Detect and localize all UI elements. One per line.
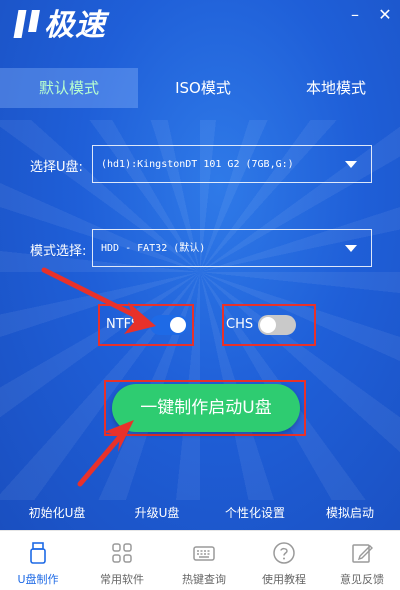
app-logo: 极速: [14, 8, 106, 44]
nav-label: 意见反馈: [340, 573, 384, 586]
logo-text: 极速: [44, 8, 106, 43]
nav-hotkey-query[interactable]: 热键查询: [166, 531, 242, 590]
feedback-edit-icon: [352, 544, 373, 563]
minimize-icon: –: [351, 5, 359, 24]
nav-common-software[interactable]: 常用软件: [84, 531, 160, 590]
usb-select-value: (hd1):KingstonDT 101 G2 (7GB,G:): [101, 159, 294, 170]
action-bar: 初始化U盘 升级U盘 个性化设置 模拟启动: [0, 496, 400, 530]
usb-select-label: 选择U盘:: [30, 160, 83, 175]
nav-label: 使用教程: [262, 573, 306, 586]
ntfs-option: NTFS: [104, 305, 194, 345]
personalize-settings-button[interactable]: 个性化设置: [210, 496, 300, 530]
bottom-navigation: U盘制作 常用软件 热键查询 使用教程 意见反馈: [0, 530, 400, 590]
tab-default-mode[interactable]: 默认模式: [0, 68, 138, 108]
toggle-knob: [170, 317, 186, 333]
chs-toggle[interactable]: [258, 315, 296, 335]
chs-option: CHS: [224, 305, 314, 345]
ntfs-label: NTFS: [106, 317, 140, 332]
nav-label: U盘制作: [17, 573, 59, 586]
tab-local-mode[interactable]: 本地模式: [272, 68, 400, 108]
toggle-knob: [260, 317, 276, 333]
init-usb-button[interactable]: 初始化U盘: [14, 496, 100, 530]
mode-tabs: 默认模式 ISO模式 本地模式: [0, 68, 400, 108]
mode-select[interactable]: HDD - FAT32 (默认): [92, 229, 372, 267]
tab-iso-mode[interactable]: ISO模式: [140, 68, 266, 108]
help-icon: [273, 542, 295, 564]
apps-grid-icon: [112, 543, 132, 563]
usb-select[interactable]: (hd1):KingstonDT 101 G2 (7GB,G:): [92, 145, 372, 183]
mode-select-value: HDD - FAT32 (默认): [101, 243, 206, 254]
upgrade-usb-button[interactable]: 升级U盘: [114, 496, 200, 530]
keyboard-icon: [193, 546, 215, 561]
nav-usb-create[interactable]: U盘制作: [0, 531, 76, 590]
simulate-boot-button[interactable]: 模拟启动: [310, 496, 390, 530]
chevron-down-icon: [345, 161, 357, 168]
nav-label: 热键查询: [182, 573, 226, 586]
mode-select-label: 模式选择:: [30, 244, 87, 259]
main-panel: 极速 – ✕ 默认模式 ISO模式 本地模式 选择U盘: (hd1):Kings…: [0, 0, 400, 530]
close-icon: ✕: [378, 5, 392, 24]
chs-label: CHS: [226, 317, 254, 332]
close-button[interactable]: ✕: [374, 6, 396, 24]
logo-u-mark: [14, 8, 44, 42]
minimize-button[interactable]: –: [344, 6, 366, 24]
usb-drive-icon: [30, 542, 46, 564]
nav-tutorial[interactable]: 使用教程: [246, 531, 322, 590]
chevron-down-icon: [345, 245, 357, 252]
create-boot-usb-button[interactable]: 一键制作启动U盘: [112, 384, 300, 432]
nav-feedback[interactable]: 意见反馈: [324, 531, 400, 590]
ntfs-toggle[interactable]: [150, 315, 188, 335]
app-window: 极速 – ✕ 默认模式 ISO模式 本地模式 选择U盘: (hd1):Kings…: [0, 0, 400, 590]
nav-label: 常用软件: [100, 573, 144, 586]
